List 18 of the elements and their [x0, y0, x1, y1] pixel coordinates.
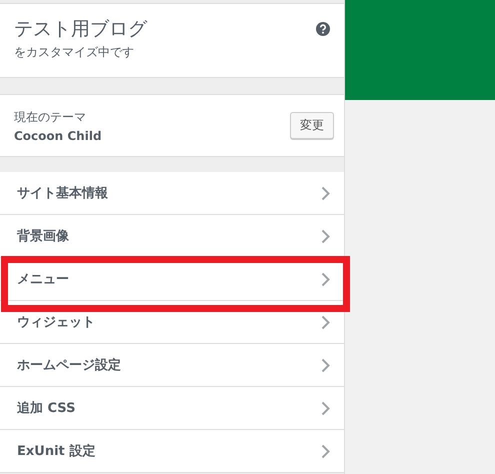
section-item[interactable]: 背景画像 [0, 215, 344, 258]
theme-label: 現在のテーマ [14, 108, 87, 126]
chevron-icon [321, 272, 330, 286]
help-icon[interactable] [316, 22, 330, 36]
theme-name: Cocoon Child [14, 128, 102, 142]
chevron-icon [321, 186, 330, 200]
section-item[interactable]: ExUnit 設定 [0, 430, 344, 473]
chevron-icon [321, 400, 330, 416]
section-item[interactable]: 追加 CSS [0, 387, 344, 430]
header-subtitle: をカスタマイズ中です [14, 44, 135, 61]
section-item[interactable]: サイト基本情報 [0, 172, 344, 215]
chevron-icon [321, 314, 330, 330]
chevron-icon [321, 444, 330, 458]
chevron-icon [321, 358, 330, 372]
section-item[interactable]: ホームページ設定 [0, 344, 344, 387]
chevron-icon [321, 228, 330, 244]
site-title: テスト用ブログ [14, 18, 147, 40]
change-button[interactable]: 変更 [290, 112, 334, 139]
